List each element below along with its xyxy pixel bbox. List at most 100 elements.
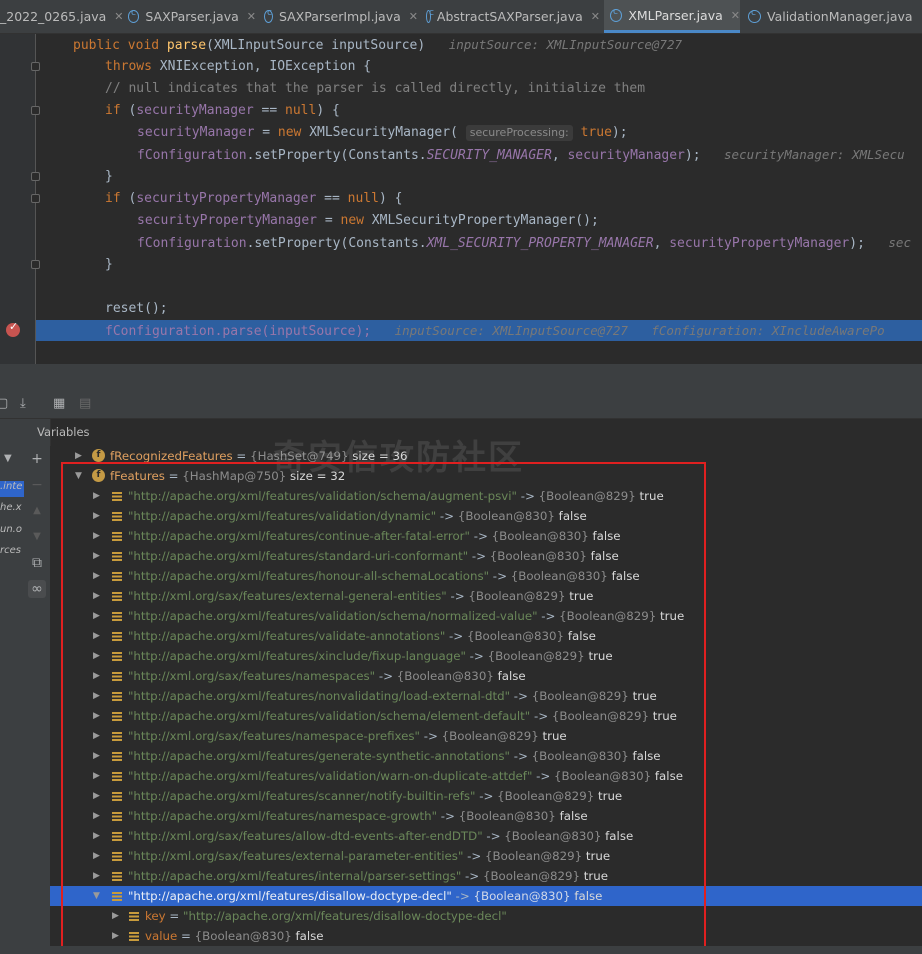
close-icon[interactable]: ✕ [731, 9, 740, 22]
glasses-icon[interactable]: ∞ [28, 580, 46, 598]
code-comment: // null indicates that the parser is cal… [105, 81, 646, 96]
fold-marker-icon[interactable] [31, 62, 40, 71]
field-ref: fConfiguration [137, 236, 247, 251]
field-ref: securityManager [136, 103, 254, 118]
code-text: XNIException, IOException { [151, 59, 372, 74]
field-ref: securityPropertyManager [137, 213, 318, 228]
keyword: new [277, 125, 302, 140]
var-name: fRecognizedFeatures [110, 449, 233, 463]
remove-watch-icon[interactable]: − [28, 476, 46, 494]
code-text: .setProperty(Constants. [246, 148, 427, 163]
code-text: ( [120, 103, 137, 118]
code-text: == [316, 191, 348, 206]
keyword: if [105, 103, 121, 118]
frame-item[interactable]: he.x [0, 502, 24, 513]
table-view-icon[interactable]: ▦ [53, 396, 65, 411]
dropdown-arrow-icon[interactable]: ▼ [4, 453, 12, 464]
field-ref: securityPropertyManager [136, 191, 317, 206]
java-class-icon [426, 8, 434, 23]
debug-panel-header [0, 364, 922, 390]
code-text: ); [849, 236, 865, 251]
frame-item[interactable]: .inte [0, 481, 24, 497]
status-bar [0, 946, 922, 954]
code-text: , [653, 236, 670, 251]
closing-brace: } [105, 257, 113, 272]
java-class-icon [610, 7, 623, 22]
breakpoint-icon[interactable] [6, 320, 20, 337]
code-text: ( [120, 191, 137, 206]
code-text: , [551, 148, 568, 163]
field-ref: securityManager [137, 125, 255, 140]
tab-label: ValidationManager.java [767, 9, 913, 24]
code-line-5: securityManager = new XMLSecurityManager… [137, 122, 628, 144]
code-text: .setProperty(Constants. [246, 236, 427, 251]
java-class-icon [264, 8, 273, 23]
field-ref: securityManager [567, 148, 685, 163]
trace-icon[interactable]: ▤ [79, 396, 91, 411]
method-name: parse [166, 38, 207, 53]
tab-saxparserimpl[interactable]: SAXParserImpl.java ✕ [258, 0, 418, 33]
tab-label: AbstractSAXParser.java [436, 9, 583, 24]
code-text: (XMLInputSource inputSource) [206, 38, 426, 53]
parameter-hint: secureProcessing: [465, 125, 573, 141]
code-editor[interactable]: public void parse(XMLInputSource inputSo… [0, 34, 922, 364]
step-cursor-icon[interactable]: ⤓ [20, 396, 26, 411]
move-up-icon[interactable]: ▲ [28, 502, 46, 520]
java-class-icon [748, 8, 761, 23]
annotation-box [61, 462, 706, 950]
tab-validationmanager[interactable]: ValidationManager.java [742, 0, 922, 33]
fold-marker-icon[interactable] [31, 106, 40, 115]
keyword: new [340, 213, 364, 228]
tab-abstractsaxparser[interactable]: AbstractSAXParser.java ✕ [420, 0, 600, 33]
code-text: == [253, 103, 286, 118]
copy-icon[interactable]: ⧉ [28, 554, 46, 572]
keyword: public void [73, 38, 160, 53]
close-icon[interactable]: ✕ [591, 10, 600, 23]
fold-marker-icon[interactable] [31, 260, 40, 269]
tab-saxparser[interactable]: SAXParser.java ✕ [122, 0, 256, 33]
keyword: if [105, 191, 121, 206]
inline-debug-hint: fConfiguration: XIncludeAwarePo [651, 323, 885, 338]
code-text: ) { [378, 191, 403, 206]
inline-debug-hint: inputSource: XMLInputSource@727 [394, 323, 628, 338]
tab-label: _2022_0265.java [0, 9, 107, 24]
tab-2022-0265[interactable]: _2022_0265.java ✕ [0, 0, 124, 33]
code-line-8: if (securityPropertyManager == null) { [105, 188, 402, 210]
code-text: XMLSecurityManager( [301, 125, 458, 140]
code-line-9: securityPropertyManager = new XMLSecurit… [137, 210, 599, 232]
code-text: ) { [316, 103, 340, 118]
code-text: = [317, 213, 341, 228]
code-line-1: public void parse(XMLInputSource inputSo… [73, 34, 682, 56]
code-line-2: throws XNIException, IOException { [105, 56, 371, 78]
keyword: true [580, 125, 612, 140]
code-line-4: if (securityManager == null) { [105, 100, 340, 122]
tab-label: XMLParser.java [628, 7, 723, 23]
fold-marker-icon[interactable] [31, 194, 40, 203]
close-icon[interactable]: ✕ [247, 10, 256, 23]
fold-marker-icon[interactable] [31, 172, 40, 181]
keyword: null [285, 103, 317, 118]
move-down-icon[interactable]: ▼ [28, 528, 46, 546]
code-line-13: reset(); [105, 301, 168, 316]
tab-xmlparser[interactable]: XMLParser.java ✕ [604, 0, 740, 33]
variables-title: Variables [37, 425, 90, 439]
code-text: ); [684, 148, 701, 163]
tab-label: SAXParser.java [145, 9, 239, 24]
field-icon: f [92, 449, 105, 462]
field-ref: securityPropertyManager [669, 236, 850, 251]
editor-tab-bar: _2022_0265.java ✕ SAXParser.java ✕ SAXPa… [0, 0, 922, 34]
keyword: throws [105, 59, 152, 74]
inline-debug-hint: sec [888, 235, 911, 250]
add-watch-icon[interactable]: + [28, 450, 46, 468]
code-text: fConfiguration.parse(inputSource); [105, 324, 372, 339]
inline-debug-hint: securityManager: XMLSecu [724, 147, 905, 162]
code-line-6: fConfiguration.setProperty(Constants.SEC… [137, 144, 905, 166]
java-class-icon [128, 8, 140, 23]
restore-layout-icon[interactable]: ▢ [0, 396, 8, 411]
code-text: = [254, 125, 278, 140]
code-line-10: fConfiguration.setProperty(Constants.XML… [137, 232, 911, 254]
close-icon[interactable]: ✕ [409, 10, 418, 23]
constant-ref: XML_SECURITY_PROPERTY_MANAGER [426, 236, 654, 251]
frame-item[interactable]: un.o [0, 524, 24, 535]
frame-item[interactable]: rces [0, 545, 24, 556]
